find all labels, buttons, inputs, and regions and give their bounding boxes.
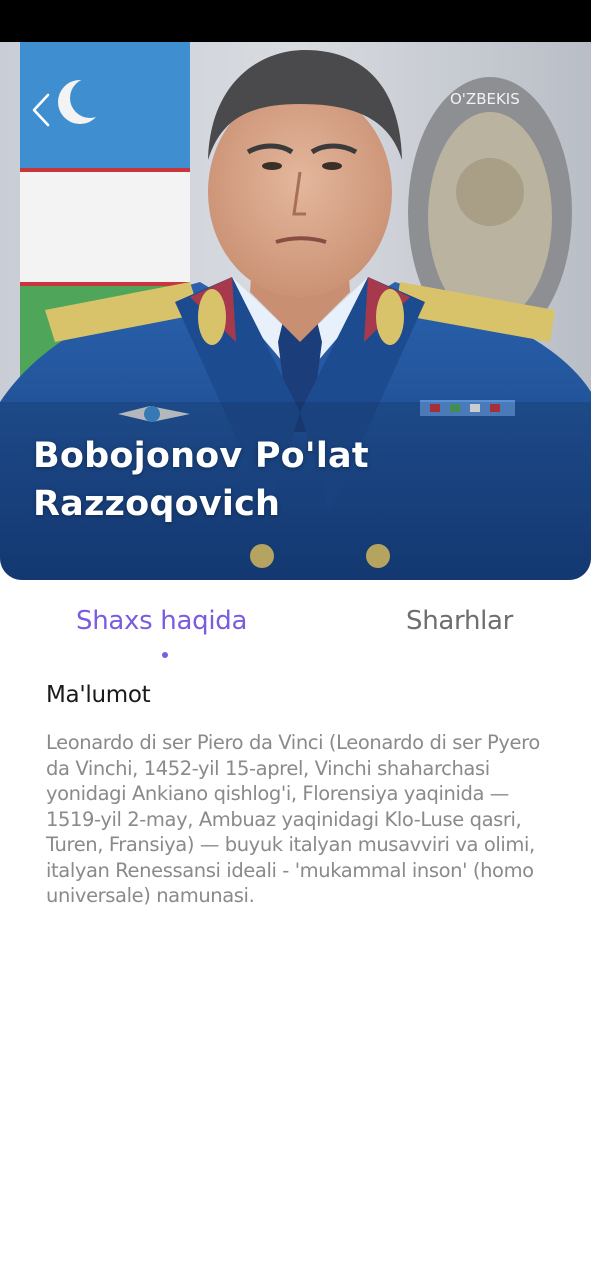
- person-name-line1: Bobojonov Po'lat: [33, 436, 369, 476]
- tab-bar: Shaxs haqida Sharhlar: [0, 600, 591, 670]
- tab-comments[interactable]: Sharhlar: [406, 606, 513, 636]
- info-title: Ma'lumot: [46, 682, 151, 708]
- back-button[interactable]: [24, 90, 58, 130]
- tab-about[interactable]: Shaxs haqida: [76, 606, 247, 636]
- active-tab-indicator: [162, 652, 168, 658]
- profile-hero: O'ZBEKIS Bobojonov Po'lat Razzoqovich: [0, 42, 591, 580]
- info-text: Leonardo di ser Piero da Vinci (Leonardo…: [46, 731, 540, 907]
- chevron-left-icon: [32, 93, 50, 127]
- status-bar: [0, 0, 591, 42]
- emblem-text: O'ZBEKIS: [450, 90, 520, 108]
- person-name-line2: Razzoqovich: [33, 484, 281, 524]
- person-name: Bobojonov Po'lat Razzoqovich: [33, 432, 553, 528]
